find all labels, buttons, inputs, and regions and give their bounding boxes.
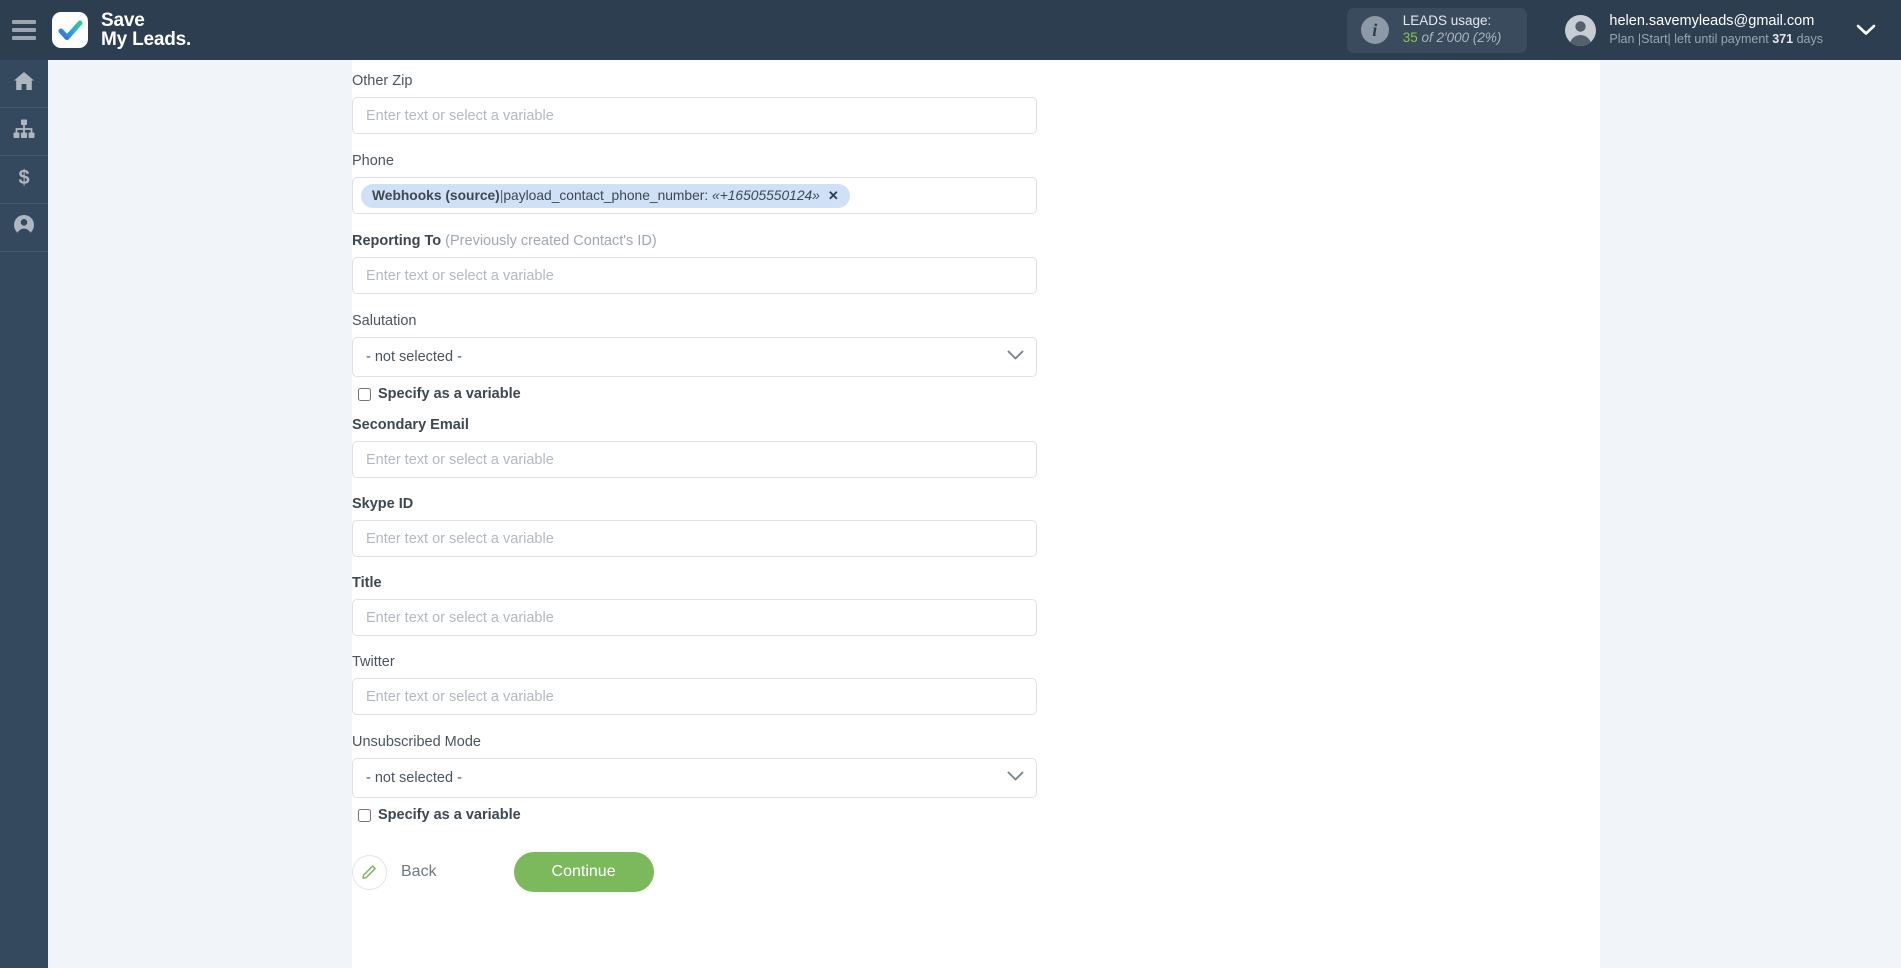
title-input[interactable] [352, 599, 1037, 636]
hamburger-bar [12, 28, 36, 32]
sidebar: $ [0, 60, 48, 968]
close-icon[interactable]: ✕ [828, 187, 839, 204]
usage-title: LEADS usage: [1402, 13, 1492, 29]
usage-percent: (2%) [1472, 30, 1502, 45]
svg-text:$: $ [18, 167, 29, 188]
field-label-title: Title [352, 575, 382, 591]
home-icon [13, 71, 35, 96]
phone-input[interactable]: Webhooks (source) | payload_contact_phon… [352, 177, 1037, 214]
app-header: Save My Leads. i LEADS usage: 35 of 2'00… [0, 0, 1901, 60]
field-secondary-email: Secondary Email [352, 416, 1037, 478]
unsubscribed-mode-select[interactable]: - not selected - [352, 758, 1037, 798]
chip-source: Webhooks (source) [372, 187, 500, 203]
field-label-other-zip: Other Zip [352, 73, 413, 89]
sitemap-icon [13, 119, 35, 144]
usage-total: of 2'000 [1421, 30, 1470, 45]
field-unsubscribed-mode: Unsubscribed Mode - not selected - Speci… [352, 733, 1037, 823]
other-zip-input[interactable] [352, 97, 1037, 134]
field-label-twitter: Twitter [352, 654, 395, 670]
brand-line-2: My Leads. [101, 29, 192, 50]
contact-fields-form: Other Zip Phone Webhooks (source) | payl… [352, 60, 1037, 892]
field-other-zip: Other Zip [352, 72, 1037, 134]
salutation-specify-variable-row[interactable]: Specify as a variable [358, 386, 1037, 402]
field-label-skype-id: Skype ID [352, 496, 414, 512]
phone-variable-chip[interactable]: Webhooks (source) | payload_contact_phon… [361, 183, 850, 208]
twitter-input[interactable] [352, 678, 1037, 715]
leads-usage-badge[interactable]: i LEADS usage: 35 of 2'000 (2%) [1346, 7, 1528, 53]
field-label-reporting-to: Reporting To (Previously created Contact… [352, 232, 1037, 250]
field-label-text: Reporting To [352, 233, 442, 249]
dollar-icon: $ [13, 166, 35, 193]
form-actions: Back Continue [352, 852, 1037, 892]
content-card: Other Zip Phone Webhooks (source) | payl… [352, 60, 1600, 968]
back-button-label: Back [401, 863, 437, 880]
field-label-hint: (Previously created Contact's ID) [445, 233, 657, 249]
sidebar-item-home[interactable] [0, 60, 48, 108]
pencil-icon [352, 854, 387, 890]
chip-variable: payload_contact_phone_number: [503, 187, 709, 203]
skype-id-input[interactable] [352, 520, 1037, 557]
unsubscribed-mode-specify-variable-checkbox[interactable] [358, 808, 371, 822]
field-label-secondary-email: Secondary Email [352, 417, 469, 433]
secondary-email-input[interactable] [352, 441, 1037, 478]
field-salutation: Salutation - not selected - Specify as a… [352, 312, 1037, 402]
field-label-unsubscribed-mode: Unsubscribed Mode [352, 734, 481, 750]
user-circle-icon [13, 214, 35, 241]
account-days-suffix: days [1796, 32, 1823, 47]
continue-button[interactable]: Continue [513, 852, 654, 892]
usage-used: 35 [1402, 30, 1418, 45]
field-skype-id: Skype ID [352, 495, 1037, 557]
account-days-value: 371 [1772, 32, 1794, 47]
back-button[interactable]: Back [352, 854, 437, 890]
hamburger-icon[interactable] [0, 0, 48, 60]
account-plan-prefix: Plan |Start| left until payment [1609, 32, 1769, 47]
reporting-to-input[interactable] [352, 257, 1037, 294]
field-reporting-to: Reporting To (Previously created Contact… [352, 232, 1037, 294]
salutation-specify-variable-label[interactable]: Specify as a variable [378, 386, 521, 402]
account-email: helen.savemyleads@gmail.com [1609, 13, 1815, 30]
field-label-phone: Phone [352, 153, 394, 169]
sidebar-item-account[interactable] [0, 204, 48, 252]
hamburger-bar [12, 36, 36, 40]
user-avatar-icon [1565, 14, 1597, 46]
chevron-down-icon[interactable] [1831, 0, 1901, 60]
hamburger-bar [12, 20, 36, 24]
unsubscribed-mode-specify-variable-label[interactable]: Specify as a variable [378, 807, 521, 823]
sidebar-item-billing[interactable]: $ [0, 156, 48, 204]
salutation-select[interactable]: - not selected - [352, 337, 1037, 377]
brand-line-1: Save [101, 10, 145, 31]
salutation-specify-variable-checkbox[interactable] [358, 387, 371, 401]
sidebar-item-connections[interactable] [0, 108, 48, 156]
chip-value: «+16505550124» [712, 187, 820, 203]
info-icon: i [1360, 16, 1389, 44]
field-title: Title [352, 574, 1037, 636]
brand-logo[interactable]: Save My Leads. [48, 11, 191, 49]
field-label-salutation: Salutation [352, 313, 417, 329]
unsubscribed-mode-specify-variable-row[interactable]: Specify as a variable [358, 807, 1037, 823]
field-twitter: Twitter [352, 653, 1037, 715]
field-phone: Phone Webhooks (source) | payload_contac… [352, 152, 1037, 214]
page-body: Other Zip Phone Webhooks (source) | payl… [48, 60, 1901, 968]
checkmark-icon [52, 12, 88, 48]
account-menu[interactable]: helen.savemyleads@gmail.com Plan |Start|… [1565, 12, 1831, 47]
